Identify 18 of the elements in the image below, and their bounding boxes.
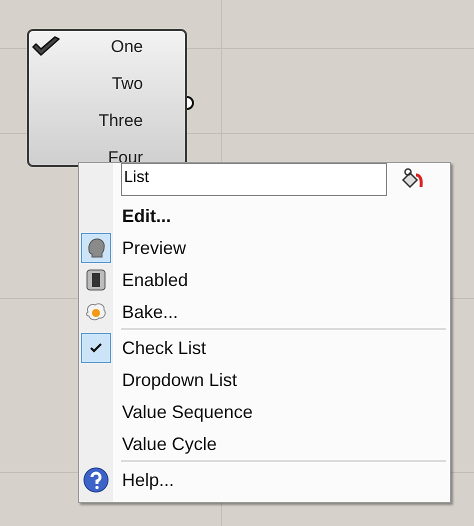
switch-icon (84, 268, 108, 292)
list-item: One (110, 37, 143, 56)
menu-item[interactable]: Preview (122, 234, 186, 262)
help-icon (83, 467, 109, 493)
menu-item[interactable]: Dropdown List (122, 366, 238, 394)
list-item: Two (112, 74, 143, 93)
name-field[interactable]: List (121, 163, 387, 196)
checkmark-icon (90, 343, 102, 353)
menu-item[interactable]: Check List (122, 334, 206, 362)
menu-item[interactable]: Bake... (122, 298, 178, 326)
list-item: Three (98, 111, 143, 130)
menu-item[interactable]: Value Sequence (122, 398, 253, 426)
menu-item[interactable]: Enabled (122, 266, 188, 294)
output-grip-icon (186, 96, 194, 110)
menu-item[interactable]: Edit... (122, 202, 171, 230)
menu-item[interactable]: Help... (122, 466, 174, 494)
menu-item[interactable]: Value Cycle (122, 430, 217, 458)
checkmark-icon (31, 36, 61, 58)
